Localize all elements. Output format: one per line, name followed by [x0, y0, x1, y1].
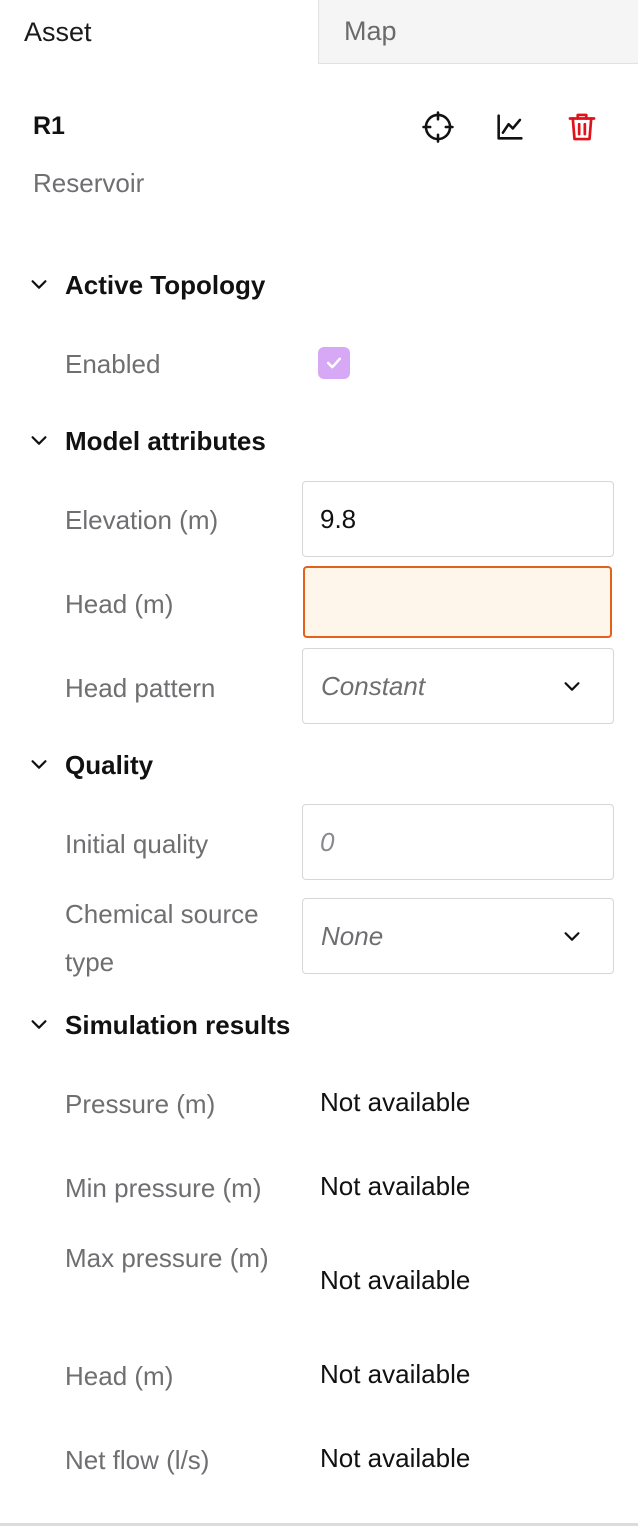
- head-input[interactable]: [303, 566, 612, 638]
- initial-quality-input[interactable]: [302, 804, 614, 880]
- chevron-down-icon: [31, 280, 47, 289]
- chevron-down-icon: [31, 1020, 47, 1029]
- head-pattern-label: Head pattern: [65, 673, 216, 703]
- elevation-input[interactable]: [302, 481, 614, 557]
- enabled-label: Enabled: [65, 349, 161, 379]
- tab-asset[interactable]: Asset: [0, 0, 318, 64]
- trash-icon: [568, 113, 596, 141]
- min-pressure-value: Not available: [320, 1171, 471, 1201]
- max-pressure-label: Max pressure (m): [65, 1243, 269, 1273]
- net-flow-value: Not available: [320, 1443, 471, 1473]
- section-title: Simulation results: [65, 1009, 291, 1040]
- min-pressure-label: Min pressure (m): [65, 1173, 262, 1203]
- locate-button[interactable]: [418, 107, 458, 147]
- tab-map[interactable]: Map: [318, 0, 638, 64]
- head-result-label: Head (m): [65, 1361, 174, 1391]
- max-pressure-value: Not available: [320, 1265, 471, 1295]
- section-title: Quality: [65, 749, 154, 780]
- elevation-label: Elevation (m): [65, 505, 219, 535]
- chemical-source-type-select[interactable]: None: [302, 898, 614, 974]
- pressure-value: Not available: [320, 1087, 471, 1117]
- head-pattern-select[interactable]: Constant: [302, 648, 614, 724]
- section-simulation-results[interactable]: Simulation results: [0, 1005, 638, 1045]
- asset-type: Reservoir: [33, 168, 145, 198]
- head-result-value: Not available: [320, 1359, 471, 1389]
- chart-button[interactable]: [490, 107, 530, 147]
- chevron-down-icon: [31, 760, 47, 769]
- initial-quality-label: Initial quality: [65, 829, 209, 859]
- chevron-down-icon: [564, 682, 580, 691]
- section-active-topology[interactable]: Active Topology: [0, 265, 638, 305]
- section-model-attributes[interactable]: Model attributes: [0, 421, 638, 461]
- chemical-source-type-label: Chemical source type: [65, 899, 259, 977]
- asset-id: R1: [33, 112, 65, 140]
- section-title: Model attributes: [65, 425, 266, 456]
- enabled-checkbox[interactable]: [318, 347, 350, 379]
- pressure-label: Pressure (m): [65, 1089, 216, 1119]
- head-label: Head (m): [65, 589, 174, 619]
- net-flow-label: Net flow (l/s): [65, 1445, 210, 1475]
- section-title: Active Topology: [65, 269, 266, 300]
- crosshair-icon: [422, 111, 454, 143]
- asset-header: R1 Reservoir: [0, 64, 638, 224]
- chevron-down-icon: [31, 436, 47, 445]
- section-quality[interactable]: Quality: [0, 745, 638, 785]
- line-chart-icon: [497, 114, 523, 140]
- chemical-source-type-value: None: [321, 920, 384, 951]
- head-pattern-value: Constant: [321, 670, 426, 701]
- check-icon: [326, 357, 342, 369]
- delete-button[interactable]: [562, 107, 602, 147]
- tab-bar: Asset Map: [0, 0, 638, 64]
- chevron-down-icon: [564, 932, 580, 941]
